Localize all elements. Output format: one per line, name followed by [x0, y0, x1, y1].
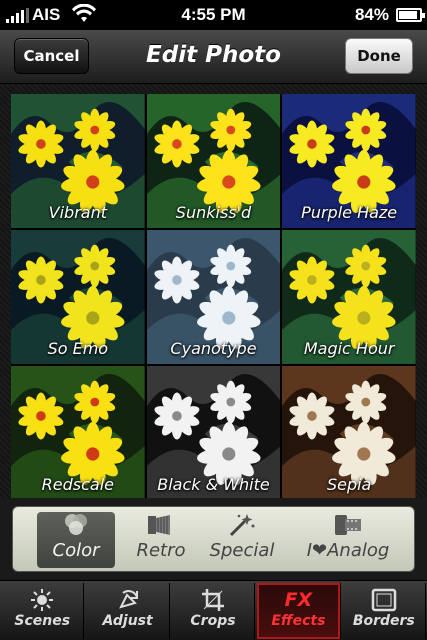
- tab-crops[interactable]: Crops: [172, 583, 256, 639]
- category-retro[interactable]: Retro: [131, 512, 191, 568]
- done-button[interactable]: Done: [345, 38, 413, 74]
- filter-thumbnail[interactable]: Redscale: [11, 366, 145, 500]
- sun-icon: [1, 587, 83, 613]
- tool-tab-bar: Scenes Adjust Crops FX Effects Borders: [0, 580, 427, 640]
- filter-label: Sunkiss'd: [175, 203, 252, 222]
- frame-icon: [343, 587, 425, 613]
- filter-thumbnail[interactable]: Magic Hour: [282, 230, 416, 364]
- filter-label: Magic Hour: [303, 339, 395, 358]
- category-label: Retro: [136, 540, 186, 561]
- filter-thumbnail[interactable]: Sepia: [282, 366, 416, 500]
- filter-label: Black & White: [157, 475, 270, 494]
- camera-bellows-icon: [131, 512, 191, 538]
- tab-label: Crops: [190, 613, 236, 629]
- category-label: Special: [209, 540, 275, 561]
- tab-borders[interactable]: Borders: [343, 583, 426, 639]
- filter-thumbnail[interactable]: Purple Haze: [282, 94, 416, 228]
- effects-stage: Vibrant Sunkiss'd Purple Haze So Emo Cya…: [0, 84, 427, 500]
- filter-thumbnail[interactable]: Black & White: [146, 366, 281, 500]
- rotate-arrow-icon: [86, 587, 168, 613]
- crop-icon: [172, 587, 254, 613]
- magic-wand-icon: [205, 512, 279, 538]
- category-special[interactable]: Special: [205, 512, 279, 568]
- filter-label: Redscale: [41, 475, 114, 494]
- tab-label: Scenes: [14, 613, 71, 629]
- color-circles-icon: [37, 512, 115, 538]
- category-color[interactable]: Color: [37, 512, 115, 568]
- film-roll-icon: [291, 512, 405, 538]
- battery-icon: [396, 8, 425, 22]
- tab-label: Adjust: [102, 613, 153, 629]
- filter-thumbnail[interactable]: Cyanotype: [146, 230, 281, 364]
- filter-label: Vibrant: [48, 203, 107, 222]
- category-bar: Color Retro Special I❤Analog: [12, 506, 415, 572]
- filter-thumbnail[interactable]: Sunkiss'd: [146, 94, 281, 228]
- filter-grid: Vibrant Sunkiss'd Purple Haze So Emo Cya…: [11, 94, 416, 500]
- navigation-bar: Cancel Edit Photo Done: [0, 30, 427, 84]
- tab-effects[interactable]: FX Effects: [257, 583, 341, 639]
- category-label: I❤Analog: [306, 540, 390, 561]
- tab-label: Borders: [352, 613, 415, 629]
- battery-percent: 84%: [354, 5, 389, 24]
- tab-scenes[interactable]: Scenes: [1, 583, 85, 639]
- tab-adjust[interactable]: Adjust: [86, 583, 170, 639]
- status-bar: AIS 4:55 PM 84%: [0, 0, 427, 30]
- category-bar-container: Color Retro Special I❤Analog: [0, 498, 427, 580]
- filter-label: Purple Haze: [301, 203, 398, 222]
- category-label: Color: [52, 540, 100, 561]
- fx-icon: FX: [284, 589, 313, 611]
- filter-thumbnail[interactable]: Vibrant: [11, 94, 145, 228]
- filter-label: Cyanotype: [170, 339, 257, 358]
- filter-thumbnail[interactable]: So Emo: [11, 230, 145, 364]
- filter-label: Sepia: [326, 475, 372, 494]
- tab-label: Effects: [271, 613, 326, 629]
- category-ianalog[interactable]: I❤Analog: [291, 512, 405, 568]
- filter-label: So Emo: [47, 339, 109, 358]
